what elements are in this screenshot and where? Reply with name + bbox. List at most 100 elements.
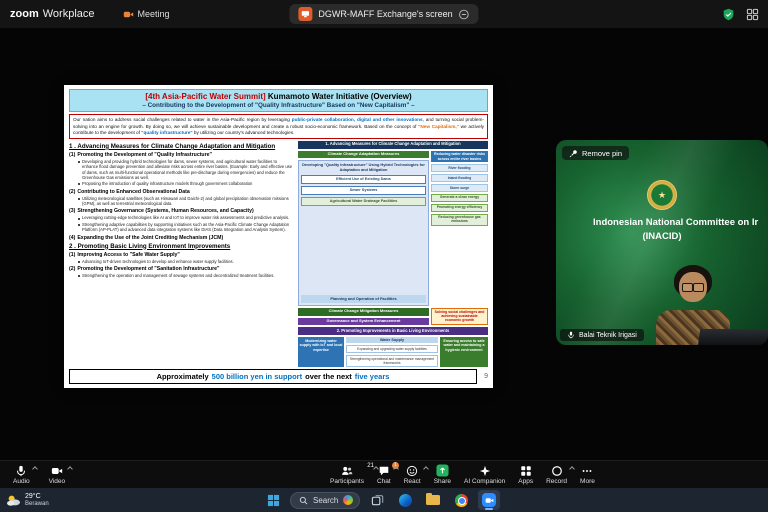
mic-icon — [568, 331, 574, 339]
react-smiley-icon — [407, 465, 418, 476]
ministry-emblem: ★ — [647, 180, 677, 210]
audio-label: Audio — [13, 477, 30, 485]
modernizing-box: Modernizing water supply with IoT and lo… — [298, 337, 344, 367]
diagram-box-agriculture: Agricultural Water Drainage Facilities — [301, 196, 426, 206]
bullet-text: Leveraging cutting-edge technologies lik… — [78, 215, 293, 220]
list-item: (1) Promoting the Development of "Quality… — [69, 151, 293, 187]
bullet-text: Advancing IoT-driven technologies to dev… — [78, 259, 293, 264]
apps-button[interactable]: Apps — [518, 465, 533, 485]
remove-pin-label: Remove pin — [582, 148, 623, 158]
slide-title-main: Kumamoto Water Initiative (Overview) — [267, 92, 412, 101]
list-item: (3) Strengthening Governance (Systems, Hu… — [69, 208, 293, 232]
taskbar-search[interactable]: Search — [290, 491, 361, 509]
weather-temp: 29°C — [25, 492, 41, 500]
intro-text: Our nation aims to address social challe… — [73, 117, 292, 123]
slide-page-number: 9 — [484, 373, 488, 380]
weather-widget[interactable]: 29°C Berawan — [6, 493, 49, 508]
share-label: Share — [433, 478, 452, 485]
participants-label: Participants — [330, 477, 364, 485]
folder-icon — [426, 493, 441, 505]
list-item: (1) Improving Access to "Safe Water Suppl… — [69, 252, 293, 264]
edge-icon — [398, 493, 412, 507]
chevron-up-icon[interactable] — [422, 465, 429, 472]
more-dots-icon — [583, 469, 592, 472]
intro-highlight-blue: "quality infrastructure" — [141, 129, 193, 135]
record-button[interactable]: Record — [546, 465, 575, 485]
shared-screen-pill[interactable]: DGWR-MAFF Exchange's screen — [289, 4, 479, 24]
edge-browser-button[interactable] — [394, 490, 416, 510]
section1-heading: 1 . Advancing Measures for Climate Chang… — [69, 142, 276, 150]
bullet-text: Strengthening adaptive capabilities by s… — [78, 222, 293, 233]
footer-text: Approximately — [156, 372, 209, 381]
diagram-box-sewer: Sewer Systems — [301, 185, 426, 195]
video-button[interactable]: Video — [48, 465, 73, 485]
windows-taskbar: 29°C Berawan Search — [0, 488, 768, 512]
participant-name-badge: Balai Teknik Irigasi — [560, 329, 644, 341]
windows-start-icon — [267, 494, 279, 506]
tab-meeting-label: Meeting — [137, 9, 170, 19]
footer-amount: 500 billion yen in support — [211, 372, 303, 381]
chrome-browser-button[interactable] — [450, 490, 472, 510]
chevron-up-icon[interactable] — [31, 465, 38, 472]
adaptation-panel: Developing "Quality Infrastructure" Usin… — [298, 160, 429, 306]
task-view-icon — [371, 494, 384, 505]
react-label: React — [403, 477, 421, 485]
view-grid-icon[interactable] — [746, 8, 759, 21]
laptop-lid — [698, 329, 768, 345]
slide-footer-banner: Approximately 500 billion yen in support… — [69, 369, 477, 384]
mitigation-measures-bar: Climate Change Mitigation Measures — [298, 307, 429, 316]
brand-workplace: Workplace — [42, 8, 95, 20]
share-screen-icon — [436, 464, 449, 477]
security-shield-icon[interactable] — [722, 8, 735, 21]
weather-condition: Berawan — [25, 500, 49, 507]
pin-icon — [569, 149, 577, 157]
zoom-workplace-logo: zoom Workplace — [10, 8, 95, 20]
zoom-app-button[interactable] — [478, 490, 501, 510]
slide-title-bracket: [4th Asia-Pacific Water Summit] — [145, 92, 266, 101]
meeting-stage: [4th Asia-Pacific Water Summit] Kumamoto… — [0, 28, 768, 460]
tab-meeting[interactable]: Meeting — [123, 9, 170, 20]
apps-grid-icon — [520, 465, 531, 476]
org-name-line2: (INACID) — [642, 231, 682, 242]
adaptation-measures-bar: Climate Change Adaptation Measures — [298, 150, 429, 159]
weather-icon — [7, 495, 20, 506]
record-label: Record — [546, 477, 568, 485]
camera-icon — [51, 467, 63, 474]
minus-circle-icon[interactable] — [459, 9, 470, 20]
intro-highlight-orange: "New Capitalism," — [418, 123, 459, 129]
participant-video[interactable]: ★ Indonesian National Committee on Ir (I… — [556, 140, 768, 345]
water-supply-desc: Expanding and upgrading water supply fac… — [346, 345, 438, 353]
start-button[interactable] — [262, 490, 284, 510]
footer-duration: five years — [354, 372, 390, 381]
chat-button[interactable]: 1 Chat — [377, 461, 399, 485]
slide-subtitle: – Contributing to the Development of "Qu… — [142, 101, 415, 109]
remove-pin-button[interactable]: Remove pin — [562, 146, 630, 160]
footer-text: over the next — [305, 372, 352, 381]
screen-share-icon — [298, 7, 313, 21]
share-button[interactable]: Share — [434, 464, 451, 485]
diagram-header-1: 1. Advancing Measures for Climate Change… — [298, 140, 488, 149]
more-button[interactable]: More — [580, 465, 595, 485]
chat-icon — [379, 466, 389, 475]
diagram-box-dams: Efficient Use of Existing Dams — [301, 174, 426, 184]
video-label: Video — [48, 477, 66, 485]
participants-button[interactable]: 21 Participants — [330, 463, 379, 485]
slide-diagram: 1. Advancing Measures for Climate Change… — [298, 140, 488, 367]
search-icon — [299, 496, 308, 504]
risk-reduction-box: Reducing water disaster risks across ent… — [431, 150, 488, 163]
react-button[interactable]: React — [403, 465, 429, 485]
ai-companion-button[interactable]: AI Companion — [464, 465, 505, 485]
risk-chip: River flooding — [431, 164, 488, 173]
risk-chip: Inland flooding — [431, 174, 488, 183]
task-view-button[interactable] — [366, 490, 388, 510]
slide-intro-box: Our nation aims to address social challe… — [69, 114, 488, 139]
access-box: Ensuring access to safe water and mainta… — [440, 337, 488, 367]
audio-button[interactable]: Audio — [13, 465, 38, 485]
benefit-box: Promoting energy efficiency — [431, 204, 488, 213]
chevron-up-icon[interactable] — [569, 465, 575, 472]
slide-title-box: [4th Asia-Pacific Water Summit] Kumamoto… — [69, 89, 488, 113]
file-explorer-button[interactable] — [422, 490, 444, 510]
brand-zoom: zoom — [10, 8, 39, 20]
chevron-up-icon[interactable] — [67, 465, 73, 472]
bullet-text: Strengthening the operation and manageme… — [78, 273, 293, 278]
